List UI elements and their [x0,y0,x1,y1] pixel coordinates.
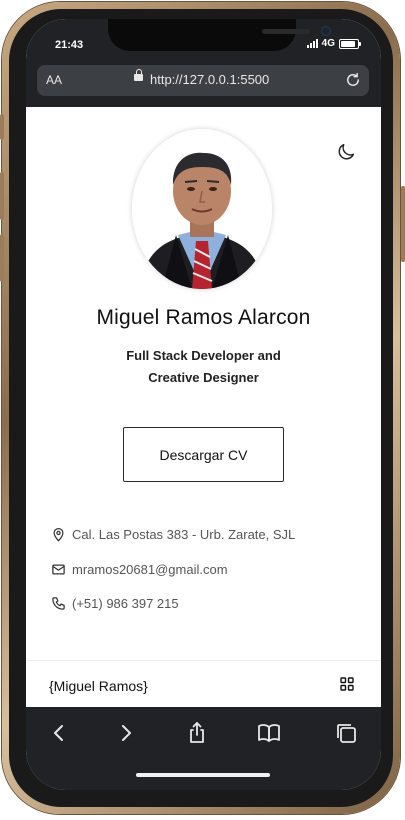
profile-role: Full Stack Developer and Creative Design… [86,345,321,389]
url-text[interactable]: http://127.0.0.1:5500 [150,72,269,87]
address-text: Cal. Las Postas 383 - Urb. Zarate, SJL [72,527,296,542]
notch [108,19,331,51]
power-button [401,186,405,262]
speaker [262,29,310,34]
moon-icon[interactable] [335,141,357,163]
volume-up-button [0,172,4,220]
address-row: Cal. Las Postas 383 - Urb. Zarate, SJL [51,527,295,542]
email-row[interactable]: mramos20681@gmail.com [51,562,228,577]
phone-text[interactable]: (+51) 986 397 215 [72,596,179,611]
grid-icon[interactable] [340,677,354,691]
network-label: 4G [321,38,335,49]
phone-screen: 21:43 4G AA http://127.0.0.1:5500 Miguel… [26,19,381,790]
phone-icon [52,597,65,610]
browser-toolbar [26,707,381,790]
browser-top-bar: 21:43 4G AA http://127.0.0.1:5500 [26,19,381,107]
home-indicator [136,773,270,777]
site-logo[interactable]: {Miguel Ramos} [49,678,148,694]
signal-icon [306,39,318,48]
mute-switch [0,114,4,140]
back-icon[interactable] [47,721,71,745]
reload-icon[interactable] [344,71,362,89]
address-bar[interactable]: AA http://127.0.0.1:5500 [37,65,369,96]
battery-icon [339,38,361,49]
volume-down-button [0,234,4,282]
profile-role-line1: Full Stack Developer and [126,348,281,363]
status-indicators: 4G [306,38,361,49]
phone-row[interactable]: (+51) 986 397 215 [51,596,179,611]
portfolio-page: Miguel Ramos Alarcon Full Stack Develope… [26,107,381,707]
tabs-icon[interactable] [334,721,358,745]
map-pin-icon [53,527,64,542]
front-camera [321,26,331,36]
forward-icon[interactable] [114,721,138,745]
bookmarks-icon[interactable] [257,721,281,745]
lock-icon [134,69,143,81]
profile-photo-illustration [132,129,272,289]
share-icon[interactable] [185,721,209,745]
download-cv-button[interactable]: Descargar CV [123,427,284,482]
profile-photo [132,129,272,289]
profile-role-line2: Creative Designer [148,370,259,385]
text-size-button[interactable]: AA [46,73,62,87]
mail-icon [52,564,65,575]
profile-name: Miguel Ramos Alarcon [96,306,311,329]
email-text[interactable]: mramos20681@gmail.com [72,562,228,577]
section-divider [26,660,381,661]
status-time: 21:43 [55,39,84,51]
